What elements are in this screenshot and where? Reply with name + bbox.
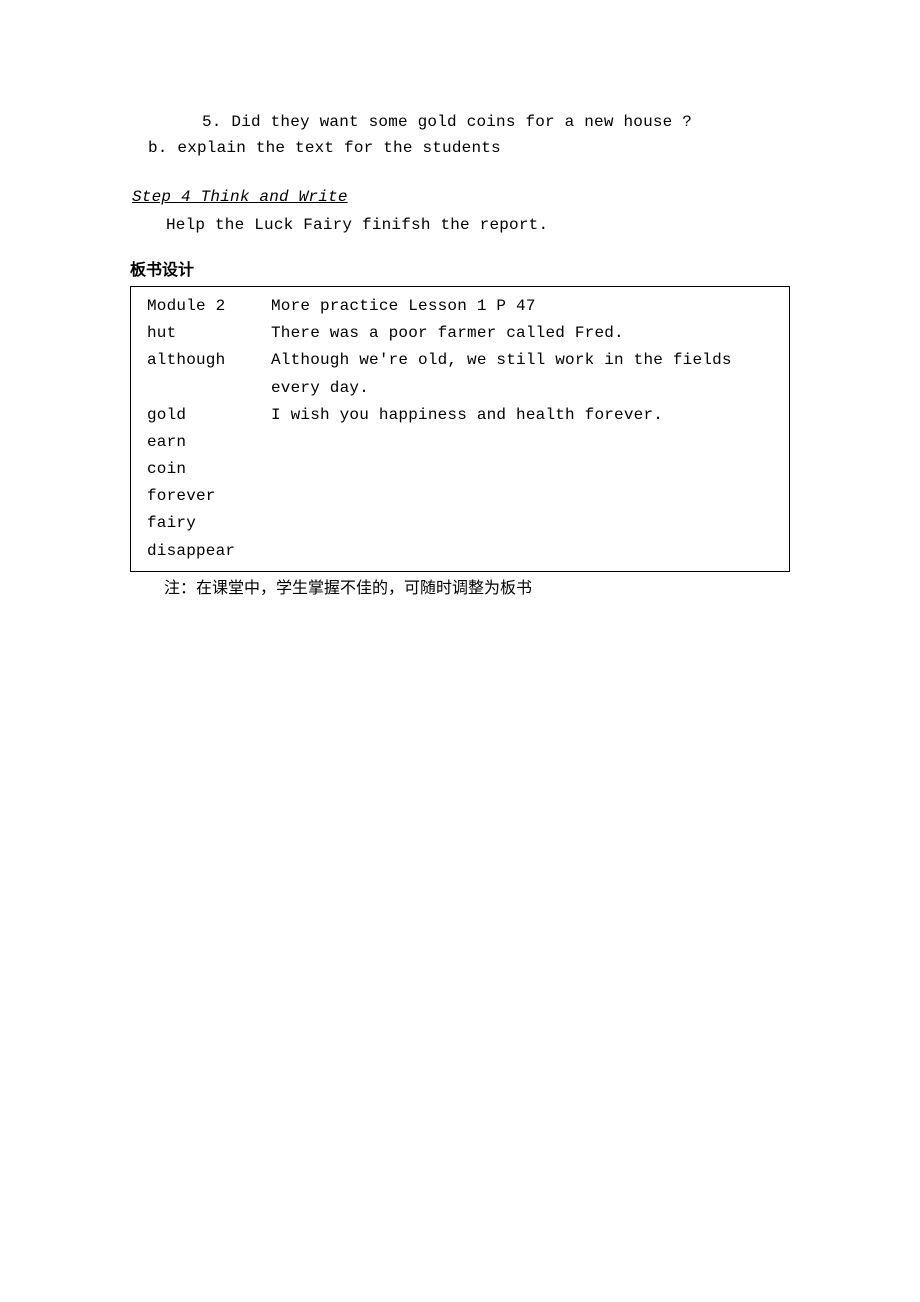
- board-sentence: Although we're old, we still work in the…: [271, 347, 779, 401]
- board-word: although: [141, 347, 271, 401]
- step-4-instruction: Help the Luck Fairy finifsh the report.: [166, 213, 790, 239]
- question-5: 5. Did they want some gold coins for a n…: [202, 110, 790, 136]
- board-word: forever: [141, 483, 271, 510]
- board-design-title: 板书设计: [130, 258, 790, 284]
- board-row: coin: [141, 456, 779, 483]
- board-sentence: There was a poor farmer called Fred.: [271, 320, 779, 347]
- board-sentence: [271, 510, 779, 537]
- board-word: coin: [141, 456, 271, 483]
- board-header-row: Module 2 More practice Lesson 1 P 47: [141, 293, 779, 320]
- board-row: earn: [141, 429, 779, 456]
- board-word: earn: [141, 429, 271, 456]
- board-word: disappear: [141, 538, 271, 565]
- board-row: hut There was a poor farmer called Fred.: [141, 320, 779, 347]
- board-word: hut: [141, 320, 271, 347]
- board-sentence: [271, 483, 779, 510]
- line-b: b. explain the text for the students: [148, 136, 790, 162]
- board-row: fairy: [141, 510, 779, 537]
- board-row: forever: [141, 483, 779, 510]
- board-sentence: [271, 429, 779, 456]
- step-4-heading: Step 4 Think and Write: [132, 185, 790, 211]
- board-row: gold I wish you happiness and health for…: [141, 402, 779, 429]
- board-sentence: [271, 456, 779, 483]
- board-word: fairy: [141, 510, 271, 537]
- board-row: disappear: [141, 538, 779, 565]
- board-design-box: Module 2 More practice Lesson 1 P 47 hut…: [130, 286, 790, 572]
- board-header-right: More practice Lesson 1 P 47: [271, 293, 779, 320]
- board-word: gold: [141, 402, 271, 429]
- board-header-module: Module 2: [141, 293, 271, 320]
- board-note: 注：在课堂中，学生掌握不佳的，可随时调整为板书: [164, 576, 790, 602]
- board-row: although Although we're old, we still wo…: [141, 347, 779, 401]
- board-sentence: I wish you happiness and health forever.: [271, 402, 779, 429]
- board-sentence: [271, 538, 779, 565]
